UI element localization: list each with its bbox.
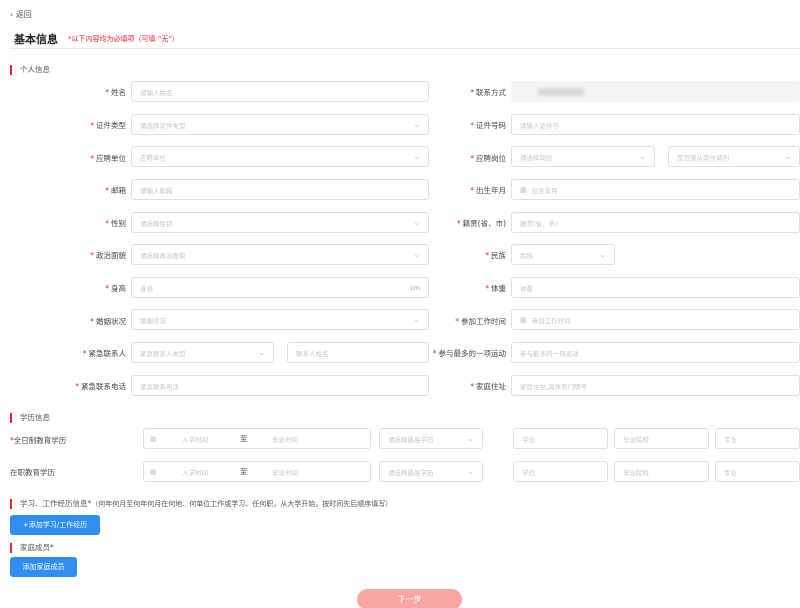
redacted-value	[538, 87, 584, 96]
chevron-down-icon: ⌄	[413, 218, 420, 227]
id-type-label: * 证件类型	[90, 121, 126, 130]
emergency-name-input[interactable]: 联系人姓名	[287, 342, 429, 363]
height-label: * 身高	[105, 284, 126, 293]
start-placeholder: 入学时间	[182, 468, 209, 477]
chevron-down-icon: ⌄	[413, 315, 420, 324]
section-title: 学历信息	[20, 413, 50, 422]
id-number-label: * 证件号码	[470, 121, 506, 130]
ethnicity-label: * 民族	[485, 251, 506, 260]
sport-input[interactable]: 参与最多的一项运动	[511, 342, 800, 363]
position-label: * 应聘岗位	[470, 154, 506, 163]
id-number-input[interactable]: 请输入证件号	[511, 114, 800, 135]
birth-date-picker[interactable]: ▦ 出生年月	[511, 179, 800, 200]
range-separator: 至	[240, 467, 248, 476]
chevron-down-icon: ⌄	[413, 120, 420, 129]
section-education: 学历信息	[10, 412, 50, 423]
add-family-button[interactable]: 添加家庭成员	[10, 557, 77, 577]
work-start-label: * 参加工作时间	[455, 317, 506, 326]
section-title: 家庭成员*	[20, 543, 54, 552]
id-type-select[interactable]: 请选择证件类型 ⌄	[131, 114, 429, 135]
emergency-type-select[interactable]: 紧急联系人类型 ⌄	[131, 342, 274, 363]
calendar-icon: ▦	[150, 467, 157, 476]
fulltime-degree-select[interactable]: 请选择最高学历 ⌄	[379, 428, 483, 449]
contact-field[interactable]	[511, 81, 800, 102]
email-label: * 邮箱	[105, 186, 126, 195]
chevron-down-icon: ⌄	[784, 152, 791, 161]
section-family: 家庭成员*	[10, 542, 54, 553]
inservice-major-input[interactable]: 专业	[715, 461, 800, 482]
inservice-edu-label: 在职教育学历	[10, 468, 55, 477]
section-marker	[10, 65, 12, 75]
political-label: * 政治面貌	[90, 251, 126, 260]
weight-input[interactable]: 体重	[511, 277, 800, 298]
origin-label: * 籍贯(省、市)	[456, 219, 506, 228]
inservice-degree-select[interactable]: 请选择最高学历 ⌄	[379, 461, 483, 482]
unit-label: * 应聘单位	[90, 154, 126, 163]
emergency-phone-input[interactable]: 紧急联系电话	[131, 375, 429, 396]
height-input[interactable]: 身高 cm	[131, 277, 429, 298]
inservice-date-range[interactable]: ▦ 入学时间 至 毕业时间	[143, 461, 371, 482]
end-placeholder: 毕业时间	[272, 468, 299, 477]
range-separator: 至	[240, 434, 248, 443]
next-button[interactable]: 下一步	[357, 589, 462, 608]
experience-note: （何年何月至何年何月在何地、何单位工作或学习、任何职，从大学开始，按时间先后顺序…	[91, 500, 393, 508]
gender-select[interactable]: 请选择性别 ⌄	[131, 212, 429, 233]
section-title: 学习、工作经历信息*	[20, 499, 92, 508]
fulltime-school-input[interactable]: 毕业院校	[614, 428, 709, 449]
title-divider	[10, 48, 800, 49]
political-select[interactable]: 请选择政治面貌 ⌄	[131, 244, 429, 265]
origin-input[interactable]: 籍贯(省、市)	[511, 212, 800, 233]
chevron-down-icon: ⌄	[413, 152, 420, 161]
fulltime-major-input[interactable]: 专业	[715, 428, 800, 449]
work-start-picker[interactable]: ▦ 参加工作时间	[511, 309, 800, 330]
fulltime-edu-label: *全日制教育学历	[10, 436, 67, 445]
adjust-select[interactable]: 是否服从岗位调剂 ⌄	[668, 146, 800, 167]
chevron-left-icon: ‹	[10, 10, 14, 19]
contact-label: * 联系方式	[470, 88, 506, 97]
name-input[interactable]: 请输入姓名	[131, 81, 429, 102]
weight-label: * 体重	[485, 284, 506, 293]
section-experience: 学习、工作经历信息*（何年何月至何年何月在何地、何单位工作或学习、任何职，从大学…	[10, 498, 392, 509]
back-link[interactable]: ‹ 返回	[10, 9, 32, 20]
section-marker	[10, 413, 12, 423]
start-placeholder: 入学时间	[182, 435, 209, 444]
end-placeholder: 毕业时间	[272, 435, 299, 444]
add-experience-button[interactable]: +添加学习/工作经历	[10, 515, 100, 535]
unit-select[interactable]: 应聘单位 ⌄	[131, 146, 429, 167]
sport-label: * 参与最多的一项运动	[432, 349, 506, 358]
page-title: 基本信息	[14, 33, 58, 46]
position-select[interactable]: 请选择岗位 ⌄	[511, 146, 655, 167]
back-label: 返回	[15, 10, 32, 19]
email-input[interactable]: 请输入邮箱	[131, 179, 429, 200]
calendar-icon: ▦	[150, 434, 157, 443]
section-personal: 个人信息	[10, 64, 50, 75]
section-marker	[10, 543, 12, 553]
calendar-icon: ▦	[520, 315, 527, 324]
section-title: 个人信息	[20, 65, 50, 74]
calendar-icon: ▦	[520, 185, 527, 194]
inservice-school-input[interactable]: 毕业院校	[614, 461, 709, 482]
required-note: *以下内容均为必填项（可填 “无”）	[68, 35, 179, 43]
birth-label: * 出生年月	[470, 186, 506, 195]
emergency-contact-label: * 紧急联系人	[82, 349, 126, 358]
fulltime-date-range[interactable]: ▦ 入学时间 至 毕业时间	[143, 428, 371, 449]
emergency-phone-label: * 紧急联系电话	[75, 382, 126, 391]
fulltime-field3-input[interactable]: 学位	[513, 428, 608, 449]
chevron-down-icon: ⌄	[258, 348, 265, 357]
address-label: * 家庭住址	[470, 382, 506, 391]
marital-select[interactable]: 婚姻状况 ⌄	[131, 309, 429, 330]
marital-label: * 婚姻状况	[90, 317, 126, 326]
chevron-down-icon: ⌄	[413, 250, 420, 259]
gender-label: * 性别	[105, 219, 126, 228]
chevron-down-icon: ⌄	[467, 434, 474, 443]
ethnicity-select[interactable]: 民族 ⌄	[511, 244, 615, 265]
chevron-down-icon: ⌄	[467, 467, 474, 476]
address-input[interactable]: 家庭住址,具体到门牌号	[511, 375, 800, 396]
inservice-field3-input[interactable]: 学位	[513, 461, 608, 482]
height-unit: cm	[410, 283, 420, 292]
chevron-down-icon: ⌄	[639, 152, 646, 161]
chevron-down-icon: ⌄	[599, 250, 606, 259]
name-label: * 姓名	[105, 88, 126, 97]
section-marker	[10, 499, 12, 509]
